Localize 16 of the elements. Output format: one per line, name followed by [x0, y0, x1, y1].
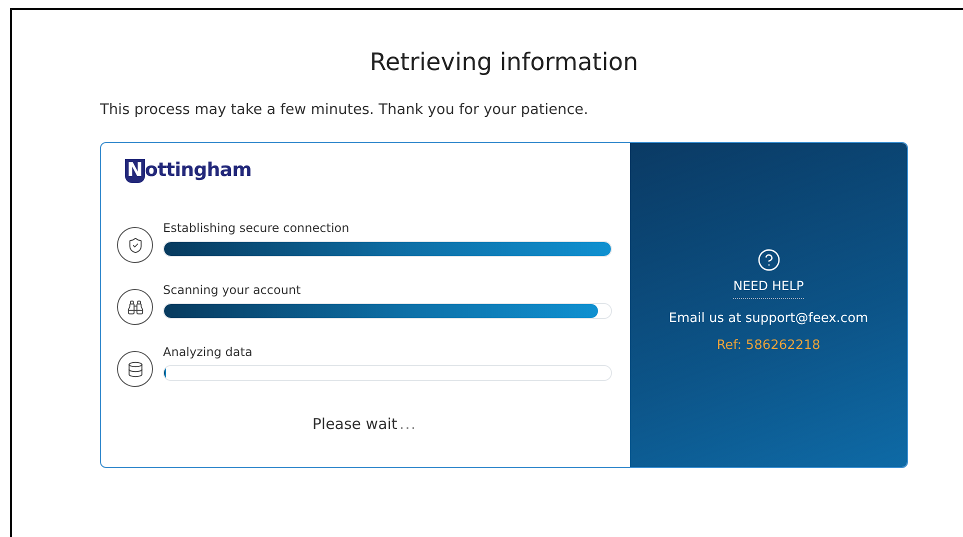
binoculars-icon — [126, 298, 144, 316]
help-icon — [756, 248, 780, 272]
step-label: Scanning your account — [163, 283, 301, 297]
step-label: Establishing secure connection — [163, 221, 350, 235]
ellipsis-text: ... — [399, 415, 417, 433]
shield-check-icon — [126, 236, 144, 254]
page-title: Retrieving information — [368, 48, 640, 76]
logo-text: ottingham — [144, 159, 252, 181]
help-heading: NEED HELP — [733, 278, 804, 298]
wait-text: Please wait — [312, 415, 398, 433]
help-email-text: Email us at support@feex.com — [668, 310, 868, 326]
step-label: Analyzing data — [163, 345, 252, 359]
intro-text: This process may take a few minutes. Thank you for your patience. — [100, 102, 588, 118]
reference-number: Ref: 586262218 — [716, 338, 820, 352]
database-icon — [126, 360, 144, 378]
logo-mark: N — [125, 159, 145, 183]
